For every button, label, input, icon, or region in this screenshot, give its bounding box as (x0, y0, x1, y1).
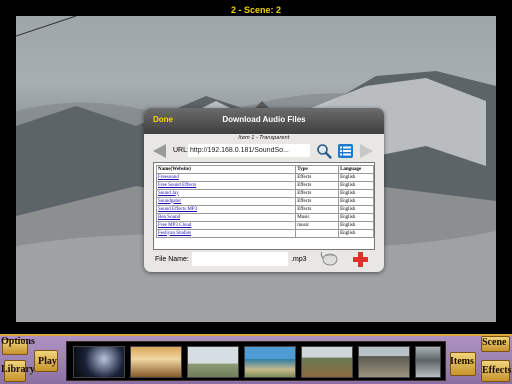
scene-thumbnail[interactable] (130, 346, 182, 378)
type-cell: music (295, 221, 340, 230)
column-header-language: Language (338, 165, 374, 174)
scene-thumbnail[interactable] (415, 346, 441, 378)
site-link[interactable]: Sound Effects MP3 (158, 207, 197, 212)
add-icon[interactable] (352, 251, 369, 268)
site-link[interactable]: Soundgator (158, 199, 181, 204)
back-arrow-icon[interactable] (153, 144, 166, 158)
scene-thumbnail[interactable] (244, 346, 296, 378)
site-link[interactable]: Freesound (158, 175, 179, 180)
site-link[interactable]: Free MP3 Cloud (158, 223, 191, 228)
scene-thumbnail[interactable] (358, 346, 410, 378)
popover-title: Download Audio Files (222, 115, 306, 124)
download-audio-popover: Done Download Audio Files Item 1 - Trans… (144, 108, 384, 272)
language-cell: English (338, 205, 374, 214)
language-cell: English (338, 213, 374, 222)
scene-thumbnail[interactable] (73, 346, 125, 378)
title-bar: 2 - Scene: 2 (0, 0, 512, 15)
url-input[interactable] (188, 144, 310, 157)
column-header-type: Type (295, 165, 340, 174)
url-row: URL: (152, 143, 378, 159)
language-cell: English (338, 197, 374, 206)
mouse-icon[interactable] (320, 252, 338, 266)
sites-table-container[interactable]: Name(Website) Type Language Freesound Ef… (153, 162, 375, 250)
language-cell: English (338, 181, 374, 190)
type-cell (295, 229, 340, 238)
type-cell: Effects (295, 189, 340, 198)
table-header-row: Name(Website) Type Language (155, 165, 374, 174)
url-label: URL: (173, 147, 189, 154)
sites-table: Name(Website) Type Language Freesound Ef… (155, 165, 374, 238)
file-name-input[interactable] (192, 252, 288, 266)
language-cell: English (338, 229, 374, 238)
table-row[interactable]: Ben Sound Music English (155, 213, 374, 222)
column-header-name: Name(Website) (155, 165, 297, 174)
scene-thumbnail[interactable] (187, 346, 239, 378)
type-cell: Effects (295, 205, 340, 214)
library-button[interactable]: Library (1, 364, 35, 375)
popover-pointer (255, 101, 269, 108)
type-cell: Effects (295, 181, 340, 190)
scene-thumbnail-strip[interactable] (66, 341, 446, 381)
bottom-toolbar: Options Library Play Items Scene Effects (0, 334, 512, 384)
bookmark-list-icon[interactable] (338, 144, 353, 158)
scene-thumbnail[interactable] (301, 346, 353, 378)
popover-header: Done Download Audio Files (144, 108, 384, 134)
file-name-row: File Name: .mp3 (153, 252, 379, 268)
search-icon[interactable] (316, 143, 332, 159)
table-row[interactable]: Fesliyan Studios English (155, 229, 374, 238)
language-cell: English (338, 221, 374, 230)
site-link[interactable]: Ben Sound (158, 215, 180, 220)
effects-button[interactable]: Effects (482, 365, 511, 376)
file-extension: .mp3 (291, 256, 307, 263)
site-link[interactable]: Free Sound Effects (158, 183, 196, 188)
table-row[interactable]: Sound Jay Effects English (155, 189, 374, 198)
play-button[interactable]: Play (38, 356, 57, 367)
type-cell: Effects (295, 197, 340, 206)
type-cell: Music (295, 213, 340, 222)
site-link[interactable]: Fesliyan Studios (158, 231, 191, 236)
item-subtitle: Item 1 - Transparent (238, 135, 290, 141)
scene-title: 2 - Scene: 2 (230, 5, 282, 15)
file-name-label: File Name: (155, 256, 189, 263)
table-row[interactable]: Free MP3 Cloud music English (155, 221, 374, 230)
language-cell: English (338, 173, 374, 182)
scene-button[interactable]: Scene (482, 337, 506, 348)
table-row[interactable]: Freesound Effects English (155, 173, 374, 182)
site-link[interactable]: Sound Jay (158, 191, 179, 196)
table-row[interactable]: Sound Effects MP3 Effects English (155, 205, 374, 214)
table-row[interactable]: Free Sound Effects Effects English (155, 181, 374, 190)
language-cell: English (338, 189, 374, 198)
forward-arrow-icon[interactable] (360, 144, 373, 158)
options-button[interactable]: Options (1, 336, 35, 347)
items-button[interactable]: Items (450, 356, 474, 367)
table-row[interactable]: Soundgator Effects English (155, 197, 374, 206)
type-cell: Effects (295, 173, 340, 182)
